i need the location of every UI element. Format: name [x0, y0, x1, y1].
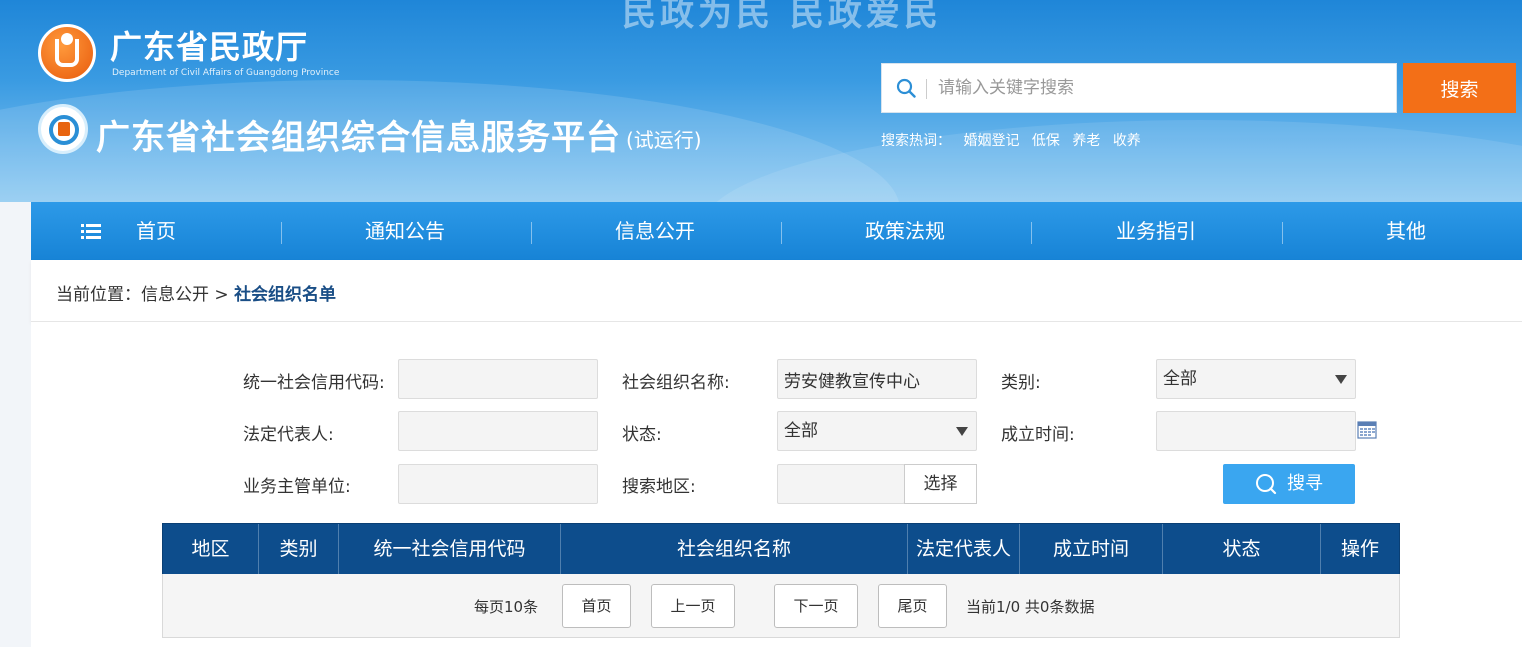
nav-item-notices[interactable]: 通知公告	[280, 202, 530, 260]
hot-word-link[interactable]: 养老	[1072, 133, 1100, 149]
query-button-label: 搜寻	[1287, 473, 1323, 494]
hot-word-link[interactable]: 婚姻登记	[963, 133, 1019, 149]
supervisor-label: 业务主管单位:	[243, 477, 351, 497]
hot-search-label: 搜索热词：	[881, 133, 951, 149]
platform-subtitle: (试运行)	[626, 128, 702, 152]
dropdown-arrow-icon	[1335, 375, 1347, 384]
founded-label: 成立时间:	[1001, 425, 1075, 445]
breadcrumb-parent[interactable]: 信息公开	[141, 285, 209, 305]
platform-logo-icon	[38, 104, 88, 154]
search-input[interactable]	[938, 64, 1378, 112]
first-page-button[interactable]: 首页	[562, 584, 631, 628]
legal-rep-label: 法定代表人:	[243, 425, 334, 445]
column-header-action: 操作	[1340, 538, 1379, 560]
region-label: 搜索地区:	[622, 477, 696, 497]
breadcrumb-prefix: 当前位置：	[56, 285, 141, 305]
result-table-header: 地区 类别 统一社会信用代码 社会组织名称 法定代表人 成立时间 状态 操作	[162, 523, 1400, 575]
column-header-credit-code: 统一社会信用代码	[339, 524, 561, 574]
column-header-status: 状态	[1163, 524, 1321, 574]
hot-search-bar: 搜索热词： 婚姻登记 低保 养老 收养	[881, 130, 1149, 150]
main-nav: 首页 通知公告 信息公开 政策法规 业务指引 其他	[31, 202, 1522, 260]
next-page-button[interactable]: 下一页	[774, 584, 858, 628]
nav-item-guide[interactable]: 业务指引	[1031, 202, 1281, 260]
nav-item-policy[interactable]: 政策法规	[780, 202, 1030, 260]
nav-item-other[interactable]: 其他	[1281, 202, 1522, 260]
query-button[interactable]: 搜寻	[1223, 464, 1355, 504]
founded-date-input[interactable]	[1156, 411, 1356, 451]
last-page-button[interactable]: 尾页	[878, 584, 947, 628]
legal-rep-input[interactable]	[398, 411, 598, 451]
breadcrumb: 当前位置：信息公开 > 社会组织名单	[56, 280, 336, 305]
column-header-legal-rep: 法定代表人	[908, 524, 1020, 574]
hot-word-link[interactable]: 收养	[1113, 133, 1141, 149]
category-select-value: 全部	[1163, 369, 1197, 389]
search-button[interactable]: 搜索	[1403, 63, 1516, 113]
search-icon	[1256, 474, 1277, 495]
region-input[interactable]	[777, 464, 905, 504]
choose-region-button[interactable]: 选择	[904, 464, 977, 504]
column-header-founded: 成立时间	[1020, 524, 1163, 574]
dept-logo-icon[interactable]	[38, 24, 96, 82]
column-header-region: 地区	[163, 524, 259, 574]
column-header-category: 类别	[259, 524, 339, 574]
supervisor-input[interactable]	[398, 464, 598, 504]
status-select[interactable]: 全部	[777, 411, 977, 451]
pagination-bar: 每页10条 首页 上一页 下一页 尾页 当前1/0 共0条数据	[162, 574, 1400, 638]
dropdown-arrow-icon	[956, 427, 968, 436]
dept-name[interactable]: 广东省民政厅	[110, 22, 308, 68]
page-info-text: 当前1/0 共0条数据	[966, 598, 1095, 616]
per-page-text: 每页10条	[474, 598, 539, 616]
search-icon	[896, 78, 916, 98]
slogan-text: 民政为民 民政爱民	[622, 0, 942, 34]
main-content: 统一社会信用代码: 社会组织名称: 类别: 全部 法定代表人: 状态: 全部 成…	[31, 322, 1522, 647]
category-select[interactable]: 全部	[1156, 359, 1356, 399]
hot-word-link[interactable]: 低保	[1032, 133, 1060, 149]
platform-title: 广东省社会组织综合信息服务平台	[96, 118, 621, 158]
column-header-org-name: 社会组织名称	[561, 524, 908, 574]
header-banner: 民政为民 民政爱民 广东省民政厅 Department of Civil Aff…	[0, 0, 1522, 202]
category-label: 类别:	[1001, 373, 1041, 393]
search-box	[881, 63, 1397, 113]
org-name-label: 社会组织名称:	[622, 373, 730, 393]
credit-code-input[interactable]	[398, 359, 598, 399]
status-label: 状态:	[622, 425, 662, 445]
breadcrumb-bar: 当前位置：信息公开 > 社会组织名单	[31, 260, 1522, 322]
nav-item-disclosure[interactable]: 信息公开	[530, 202, 780, 260]
credit-code-label: 统一社会信用代码:	[243, 373, 385, 393]
breadcrumb-current: 社会组织名单	[234, 285, 337, 305]
org-name-input[interactable]	[777, 359, 977, 399]
breadcrumb-separator: >	[209, 285, 235, 305]
search-divider	[926, 79, 927, 99]
dept-english-name: Department of Civil Affairs of Guangdong…	[112, 68, 340, 78]
calendar-icon[interactable]	[1357, 419, 1377, 439]
status-select-value: 全部	[784, 421, 818, 441]
prev-page-button[interactable]: 上一页	[651, 584, 735, 628]
nav-item-home[interactable]: 首页	[31, 202, 281, 260]
